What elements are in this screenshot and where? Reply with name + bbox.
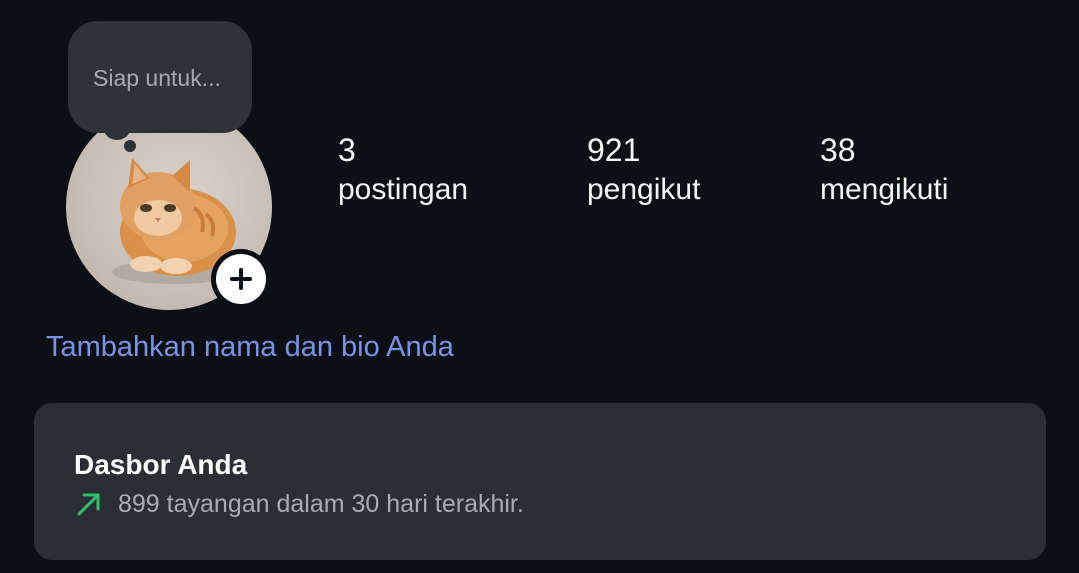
followers-label: pengikut (587, 173, 701, 206)
add-story-circle (216, 254, 266, 304)
plus-icon (230, 268, 252, 290)
add-bio-link[interactable]: Tambahkan nama dan bio Anda (46, 331, 454, 364)
following-count: 38 (820, 132, 856, 168)
posts-label: postingan (338, 173, 469, 206)
following-label: mengikuti (820, 173, 949, 206)
dashboard-subtitle: 899 tayangan dalam 30 hari terakhir. (118, 490, 524, 518)
dashboard-card[interactable]: Dasbor Anda 899 tayangan dalam 30 hari t… (34, 403, 1046, 560)
followers-stat[interactable]: 921 pengikut (587, 130, 700, 212)
note-bubble[interactable]: Siap untuk... (68, 21, 252, 133)
note-bubble-tail-dot (124, 140, 136, 152)
note-bubble-tail (104, 118, 130, 140)
posts-stat[interactable]: 3 postingan (338, 130, 468, 212)
profile-page: Siap untuk... 3 postingan 921 pengikut 3… (0, 0, 1079, 573)
following-stat[interactable]: 38 mengikuti (820, 130, 948, 212)
posts-count: 3 (338, 132, 356, 168)
arrow-up-right-icon (77, 493, 100, 516)
followers-count: 921 (587, 132, 641, 168)
dashboard-title: Dasbor Anda (74, 449, 248, 480)
add-story-button[interactable] (211, 249, 271, 309)
note-text: Siap untuk... (93, 65, 221, 91)
